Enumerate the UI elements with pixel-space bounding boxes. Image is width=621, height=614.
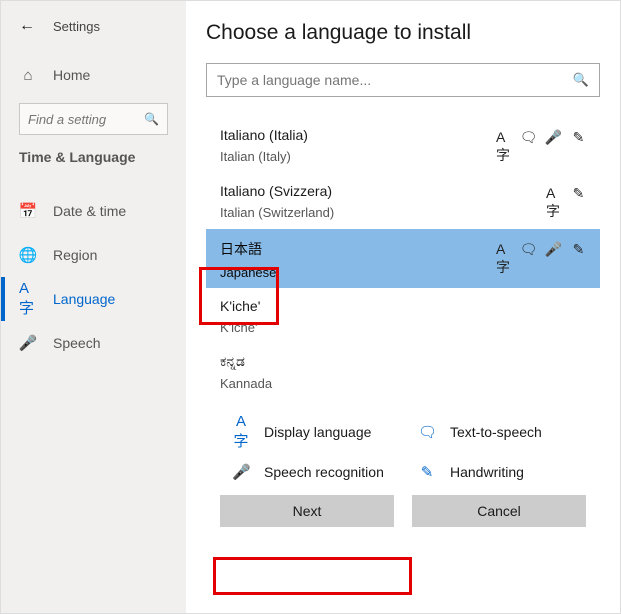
- feature-icons: A字 🗨 🎤 ✎: [496, 239, 586, 277]
- language-native-name: 日本語: [220, 239, 276, 259]
- language-english-name: K'iche': [220, 320, 260, 335]
- home-label: Home: [53, 67, 90, 83]
- display-language-icon: A字: [496, 241, 511, 277]
- sidebar-nav: 📅 Date & time 🌐 Region A字 Language 🎤 Spe…: [1, 189, 186, 365]
- legend-tts: 🗨 Text-to-speech: [418, 413, 586, 451]
- nav-label-language: Language: [53, 291, 115, 307]
- handwriting-icon: ✎: [571, 129, 586, 165]
- sidebar-item-date-time[interactable]: 📅 Date & time: [1, 189, 186, 233]
- language-list: Italiano (Italia) Italian (Italy) A字 🗨 🎤…: [206, 109, 600, 399]
- microphone-icon: 🎤: [19, 334, 37, 352]
- sidebar-item-speech[interactable]: 🎤 Speech: [1, 321, 186, 365]
- nav-label-region: Region: [53, 247, 97, 263]
- sidebar-title: Settings: [53, 19, 100, 34]
- sidebar-item-region[interactable]: 🌐 Region: [1, 233, 186, 277]
- text-to-speech-icon: 🗨: [521, 129, 536, 165]
- legend-speech: 🎤 Speech recognition: [232, 463, 400, 481]
- list-item[interactable]: ಕನ್ನಡ Kannada: [206, 343, 600, 399]
- search-icon: 🔍: [573, 72, 589, 88]
- display-language-icon: A字: [546, 185, 561, 221]
- display-language-icon: A字: [496, 129, 511, 165]
- list-item[interactable]: Italiano (Svizzera) Italian (Switzerland…: [206, 173, 600, 229]
- legend-hand: ✎ Handwriting: [418, 463, 586, 481]
- list-item[interactable]: [206, 109, 600, 117]
- list-item[interactable]: K'iche' K'iche': [206, 288, 600, 343]
- list-item[interactable]: Italiano (Italia) Italian (Italy) A字 🗨 🎤…: [206, 117, 600, 173]
- language-native-name: Italiano (Svizzera): [220, 183, 334, 199]
- page-title: Choose a language to install: [206, 21, 600, 45]
- speech-recognition-icon: 🎤: [546, 241, 561, 277]
- language-install-panel: Choose a language to install 🔍 Italiano …: [186, 1, 620, 613]
- legend-label: Display language: [264, 424, 371, 440]
- search-icon: 🔍: [144, 112, 159, 126]
- legend-display: A字 Display language: [232, 413, 400, 451]
- speech-recognition-icon: 🎤: [232, 463, 250, 481]
- sidebar-item-home[interactable]: ⌂ Home: [1, 53, 186, 97]
- language-icon: A字: [19, 280, 37, 318]
- language-english-name: Japanese: [220, 265, 276, 280]
- sidebar-header: ← Settings: [1, 11, 186, 53]
- settings-sidebar: ← Settings ⌂ Home 🔍 Time & Language 📅 Da…: [1, 1, 186, 613]
- next-button[interactable]: Next: [220, 495, 394, 527]
- sidebar-item-language[interactable]: A字 Language: [1, 277, 186, 321]
- language-english-name: Italian (Italy): [220, 149, 308, 164]
- language-english-name: Italian (Switzerland): [220, 205, 334, 220]
- home-icon: ⌂: [19, 67, 37, 84]
- sidebar-search[interactable]: 🔍: [19, 103, 168, 135]
- language-native-name: ಕನ್ನಡ: [220, 353, 272, 370]
- handwriting-icon: ✎: [571, 241, 586, 277]
- language-native-name: Italiano (Italia): [220, 127, 308, 143]
- sidebar-search-input[interactable]: [28, 112, 138, 127]
- globe-icon: 🌐: [19, 246, 37, 264]
- nav-label-speech: Speech: [53, 335, 100, 351]
- display-language-icon: A字: [232, 413, 250, 451]
- legend-label: Text-to-speech: [450, 424, 542, 440]
- language-english-name: Kannada: [220, 376, 272, 391]
- back-arrow-icon[interactable]: ←: [19, 17, 35, 35]
- legend-label: Speech recognition: [264, 464, 384, 480]
- language-native-name: K'iche': [220, 298, 260, 314]
- list-item[interactable]: 日本語 Japanese A字 🗨 🎤 ✎: [206, 229, 600, 288]
- handwriting-icon: ✎: [571, 185, 586, 221]
- calendar-icon: 📅: [19, 202, 37, 220]
- speech-recognition-icon: 🎤: [546, 129, 561, 165]
- language-search-input[interactable]: [217, 72, 517, 88]
- feature-icons: A字 ✎: [546, 183, 586, 221]
- highlight-box: [213, 557, 412, 595]
- nav-label-date: Date & time: [53, 203, 126, 219]
- text-to-speech-icon: 🗨: [521, 241, 536, 277]
- sidebar-section-title: Time & Language: [1, 149, 186, 179]
- text-to-speech-icon: 🗨: [418, 423, 436, 441]
- dialog-buttons: Next Cancel: [206, 495, 600, 527]
- cancel-button[interactable]: Cancel: [412, 495, 586, 527]
- feature-icons: A字 🗨 🎤 ✎: [496, 127, 586, 165]
- feature-legend: A字 Display language 🗨 Text-to-speech 🎤 S…: [206, 399, 600, 495]
- handwriting-icon: ✎: [418, 463, 436, 481]
- legend-label: Handwriting: [450, 464, 524, 480]
- language-search[interactable]: 🔍: [206, 63, 600, 97]
